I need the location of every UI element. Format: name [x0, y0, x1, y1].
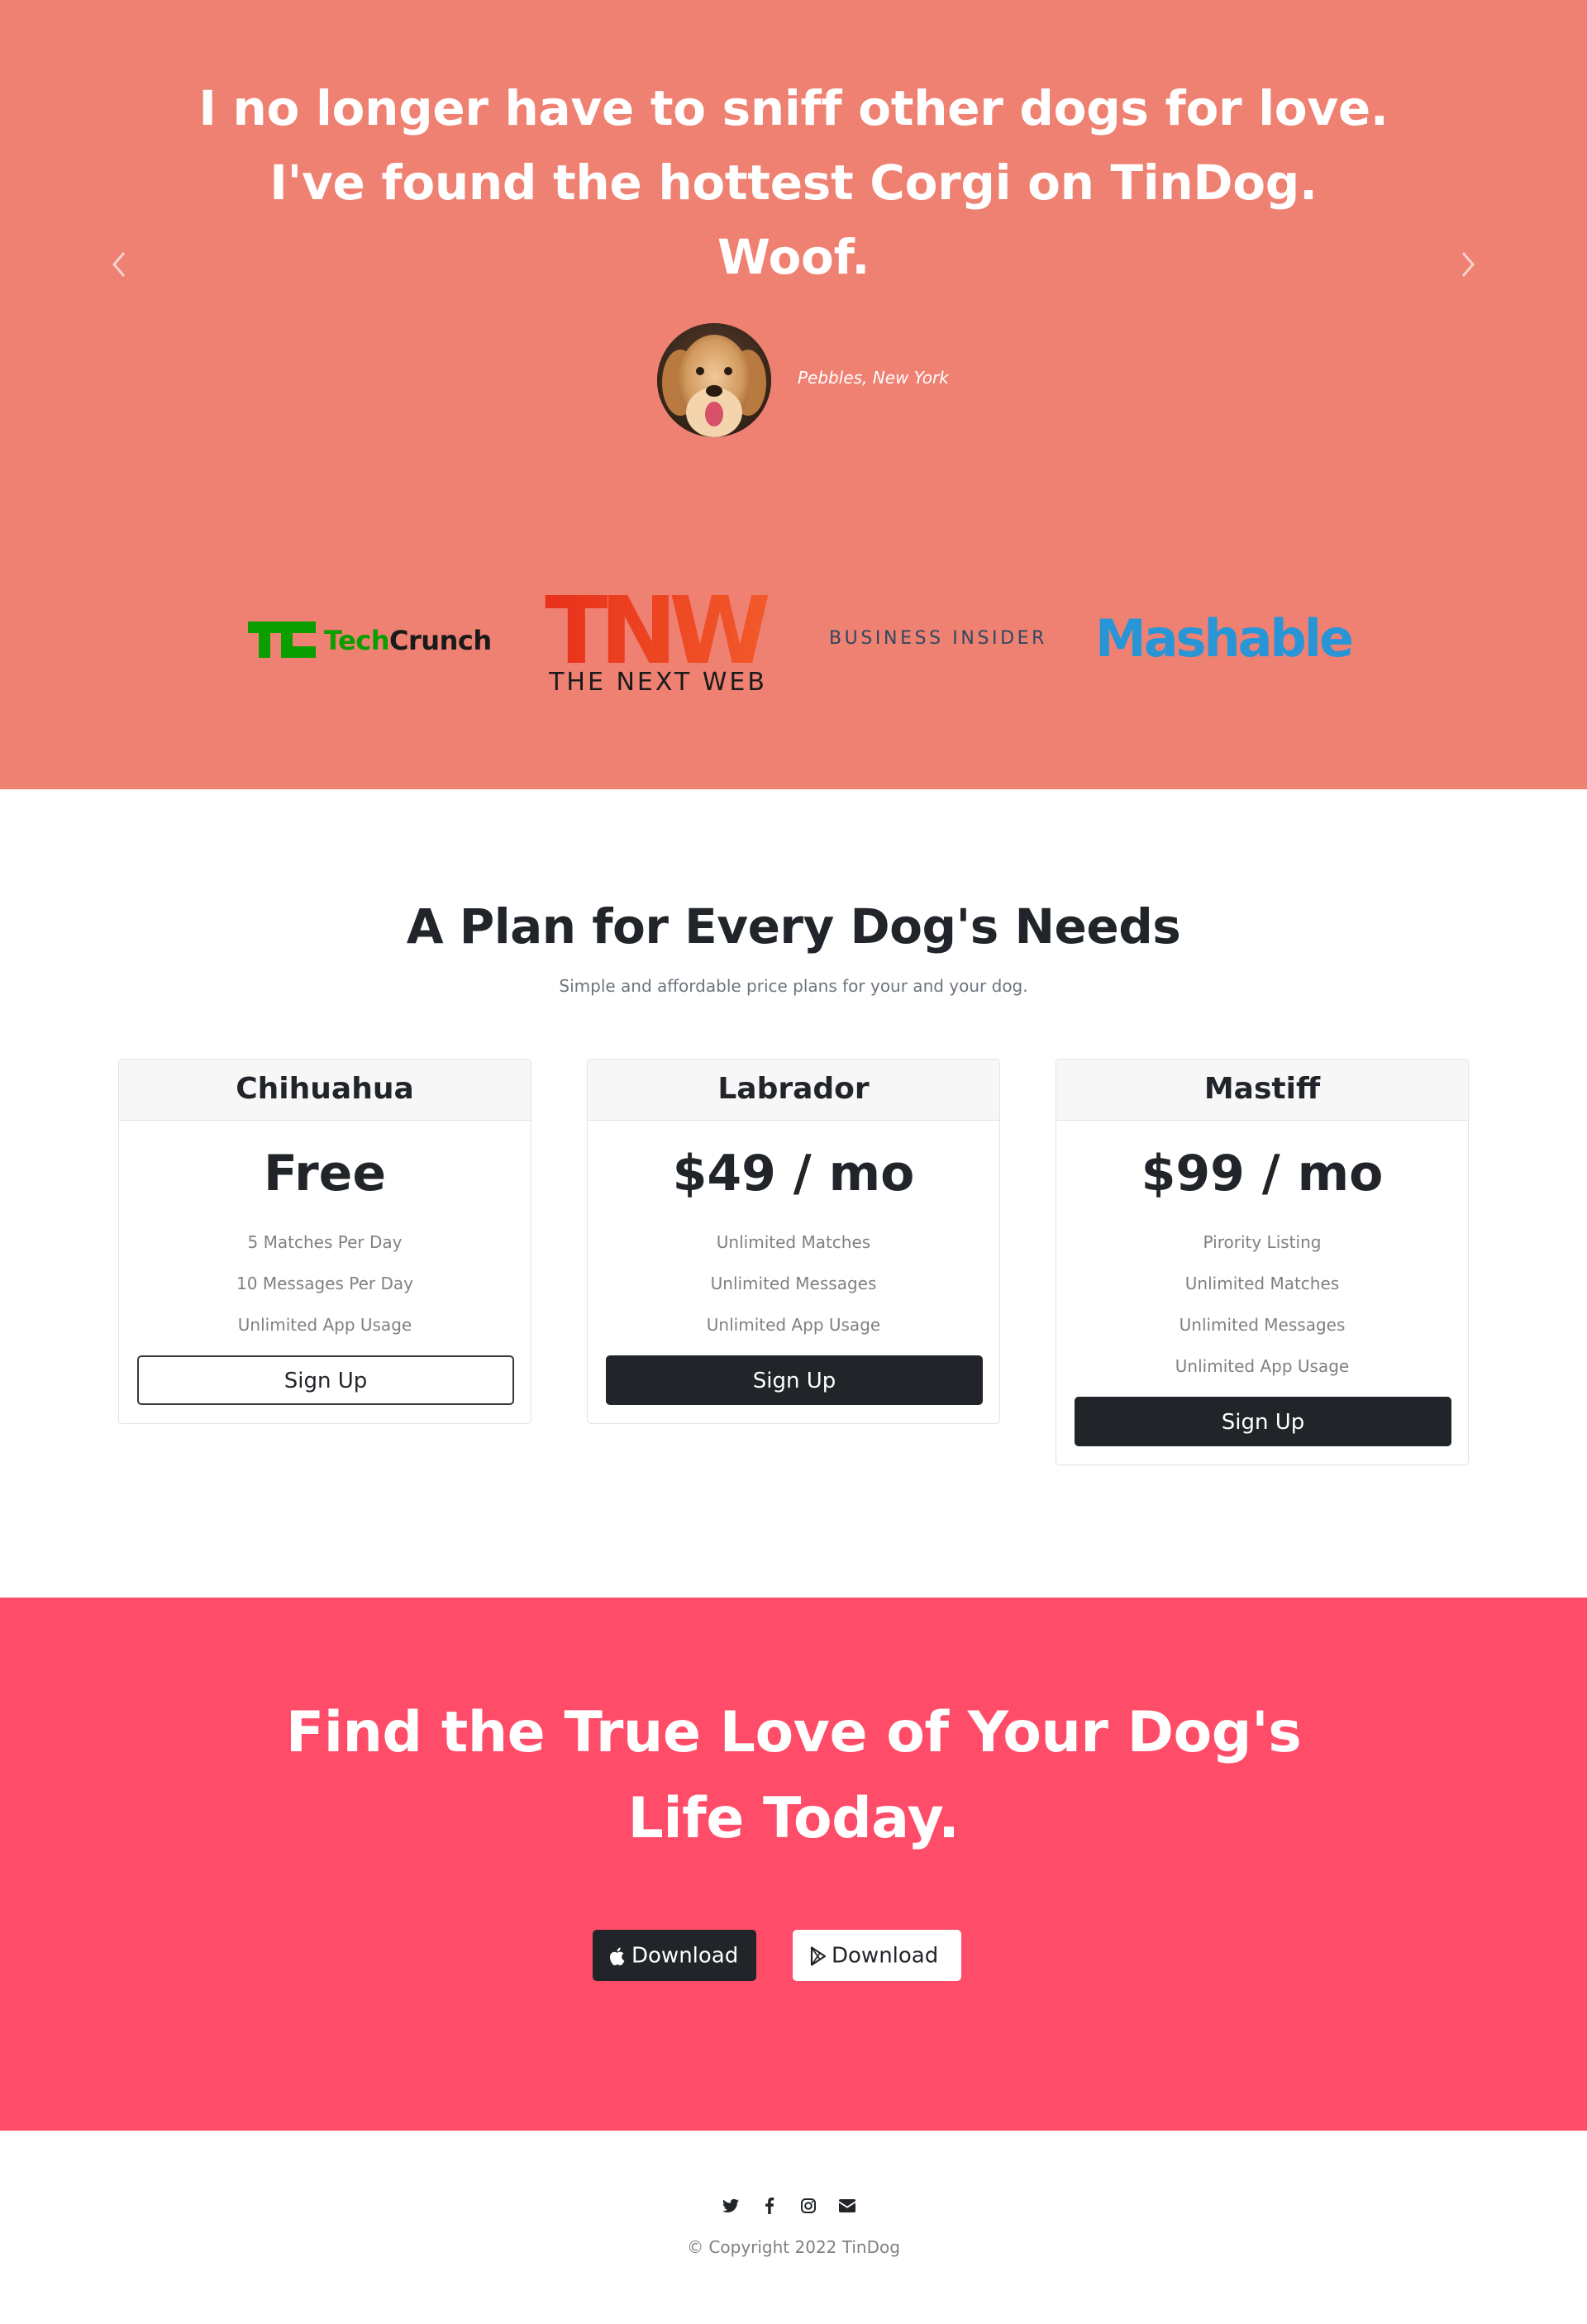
- quote-line: I no longer have to sniff other dogs for…: [198, 80, 1389, 136]
- cta-title-line: Life Today.: [627, 1786, 960, 1851]
- google-play-download-label: Download: [832, 1943, 939, 1969]
- carousel-prev-button[interactable]: [102, 241, 136, 288]
- plan-card-labrador: Labrador $49 / mo Unlimited Matches Unli…: [587, 1059, 1000, 1424]
- cta-section: Find the True Love of Your Dog's Life To…: [0, 1598, 1587, 2131]
- tnw-mark: TNW: [545, 587, 772, 671]
- tnw-mark-text: TNW: [545, 587, 769, 671]
- testimonial-section: I no longer have to sniff other dogs for…: [0, 0, 1587, 789]
- plan-price: $99 / mo: [1141, 1145, 1384, 1202]
- sign-up-button[interactable]: Sign Up: [137, 1355, 514, 1405]
- plan-feature: 10 Messages Per Day: [236, 1274, 413, 1293]
- plan-name: Chihuahua: [119, 1060, 531, 1121]
- quote-line: I've found the hottest Corgi on TinDog.: [269, 155, 1318, 211]
- plan-feature: Unlimited App Usage: [1175, 1356, 1350, 1376]
- cta-title: Find the True Love of Your Dog's Life To…: [215, 1690, 1372, 1862]
- techcrunch-crunch: Crunch: [389, 625, 492, 656]
- testimonial-quote: I no longer have to sniff other dogs for…: [174, 71, 1413, 294]
- apple-icon: [610, 1947, 625, 1965]
- plan-name: Labrador: [588, 1060, 999, 1121]
- envelope-icon: [839, 2199, 855, 2212]
- copyright-text: © Copyright 2022 TinDog: [687, 2237, 900, 2257]
- twitter-link[interactable]: [719, 2194, 742, 2217]
- dog-avatar-image: [657, 323, 771, 437]
- chevron-left-icon: [112, 252, 126, 277]
- carousel-next-button[interactable]: [1451, 241, 1485, 288]
- tnw-subtitle: THE NEXT WEB: [549, 668, 767, 697]
- plan-price: Free: [263, 1145, 387, 1202]
- reviewer-name: Pebbles, New York: [798, 368, 949, 388]
- plan-feature: Unlimited Matches: [1184, 1274, 1340, 1293]
- facebook-icon: [765, 2198, 774, 2214]
- plan-feature: 5 Matches Per Day: [247, 1232, 403, 1252]
- facebook-link[interactable]: [758, 2194, 781, 2217]
- techcrunch-tech: Tech: [324, 625, 390, 656]
- techcrunch-logo: TechCrunch: [248, 621, 492, 658]
- tnw-logo: TNW THE NEXT WEB: [529, 587, 777, 702]
- google-play-download-button[interactable]: Download: [793, 1930, 961, 1981]
- quote-line: Woof.: [717, 229, 870, 285]
- chevron-right-icon: [1461, 252, 1475, 277]
- twitter-icon: [722, 2198, 739, 2212]
- plan-card-chihuahua: Chihuahua Free 5 Matches Per Day 10 Mess…: [118, 1059, 531, 1424]
- sign-up-button[interactable]: Sign Up: [606, 1355, 983, 1405]
- sign-up-button[interactable]: Sign Up: [1075, 1397, 1451, 1446]
- plan-feature: Unlimited Matches: [716, 1232, 871, 1252]
- plan-card-mastiff: Mastiff $99 / mo Pirority Listing Unlimi…: [1056, 1059, 1469, 1465]
- reviewer-avatar: [657, 323, 771, 437]
- instagram-icon: [801, 2198, 816, 2213]
- pricing-title: A Plan for Every Dog's Needs: [406, 898, 1181, 955]
- mashable-logo: Mashable: [1095, 608, 1354, 669]
- plan-name: Mastiff: [1056, 1060, 1468, 1121]
- email-link[interactable]: [836, 2194, 859, 2217]
- techcrunch-mark-icon: [248, 621, 316, 658]
- social-links: [719, 2194, 868, 2219]
- plan-feature: Unlimited App Usage: [706, 1315, 881, 1335]
- plan-feature: Pirority Listing: [1203, 1232, 1322, 1252]
- app-store-download-button[interactable]: Download: [593, 1930, 756, 1981]
- plan-price: $49 / mo: [672, 1145, 915, 1202]
- plan-feature: Unlimited Messages: [710, 1274, 877, 1293]
- cta-title-line: Find the True Love of Your Dog's: [285, 1700, 1302, 1765]
- pricing-subtitle: Simple and affordable price plans for yo…: [559, 976, 1028, 996]
- plan-feature: Unlimited App Usage: [237, 1315, 412, 1335]
- instagram-link[interactable]: [797, 2194, 820, 2217]
- google-play-icon: [810, 1945, 827, 1966]
- techcrunch-wordmark: TechCrunch: [324, 625, 492, 656]
- app-store-download-label: Download: [631, 1943, 739, 1969]
- business-insider-logo: BUSINESS INSIDER: [828, 628, 1048, 649]
- plan-feature: Unlimited Messages: [1179, 1315, 1346, 1335]
